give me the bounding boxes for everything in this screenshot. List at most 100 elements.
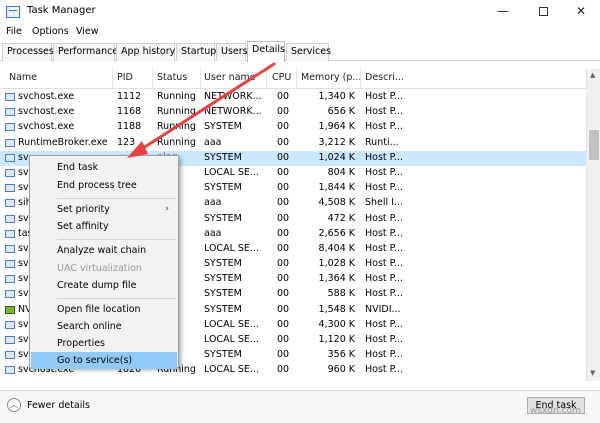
cell-name: svchost.exe <box>18 106 75 118</box>
cell-memory: 472 K <box>327 212 355 224</box>
table-row[interactable]: svchost.exe 1188 Running SYSTEM 00 1,964 K Hos… <box>0 120 586 135</box>
submenu-arrow-icon: › <box>165 204 169 214</box>
cell-cpu: 00 <box>277 151 290 163</box>
cell-memory: 1,548 K <box>318 303 355 315</box>
cell-user: SYSTEM <box>204 212 242 224</box>
menu-view[interactable]: View <box>76 26 99 37</box>
ctx-go-to-services[interactable]: Go to service(s) <box>31 352 177 369</box>
cell-user: SYSTEM <box>204 151 242 163</box>
scroll-down-icon[interactable]: ▼ <box>590 369 595 377</box>
cell-user: LOCAL SE... <box>204 318 259 330</box>
process-icon <box>5 336 15 344</box>
maximize-button[interactable] <box>526 0 560 24</box>
ctx-set-affinity[interactable]: Set affinity <box>31 218 177 235</box>
col-name[interactable]: Name <box>9 72 37 83</box>
cell-memory: 8,404 K <box>318 242 355 254</box>
table-row[interactable]: svchost.exe 1168 Running NETWORK... 00 656 K H… <box>0 105 586 120</box>
cell-memory: 1,024 K <box>318 151 355 163</box>
col-memory[interactable]: Memory (p... <box>301 72 361 83</box>
minimize-button[interactable]: — <box>486 0 520 24</box>
cell-description: Host P... <box>365 151 403 163</box>
cell-memory: 4,300 K <box>318 318 355 330</box>
cell-description: Host P... <box>365 242 403 254</box>
cell-status: Running <box>157 136 196 148</box>
cell-description: Runti... <box>365 136 399 148</box>
cell-pid: 1168 <box>117 106 142 118</box>
cell-pid: 1112 <box>117 91 142 102</box>
cell-name: RuntimeBroker.exe <box>18 136 108 148</box>
cell-description: Shell I... <box>365 197 403 209</box>
tab-services[interactable]: Services <box>286 43 331 61</box>
ctx-analyze-wait-chain[interactable]: Analyze wait chain <box>31 242 177 259</box>
tab-details[interactable]: Details <box>247 41 285 62</box>
process-icon <box>5 244 15 253</box>
cell-cpu: 00 <box>277 318 290 330</box>
cell-user: NETWORK... <box>204 91 262 102</box>
col-divider[interactable] <box>266 69 267 89</box>
ctx-open-file-location[interactable]: Open file location <box>31 301 177 318</box>
tab-performance[interactable]: Performance <box>53 43 118 61</box>
window-title: Task Manager <box>27 5 96 16</box>
col-status[interactable]: Status <box>157 72 187 83</box>
ctx-set-priority-label: Set priority <box>57 204 110 215</box>
cell-status: Running <box>157 106 196 118</box>
cell-cpu: 00 <box>277 242 290 254</box>
cell-cpu: 00 <box>277 197 290 209</box>
tab-processes[interactable]: Processes <box>2 43 54 61</box>
process-icon <box>5 260 15 269</box>
cell-memory: 4,508 K <box>318 197 355 209</box>
cell-user: LOCAL SE... <box>204 334 259 345</box>
cell-user: NETWORK... <box>204 106 262 118</box>
table-row[interactable]: RuntimeBroker.exe 123 Running aaa 00 3,212 K R… <box>0 136 586 151</box>
cell-user: SYSTEM <box>204 121 242 133</box>
ctx-create-dump-file[interactable]: Create dump file <box>31 277 177 294</box>
scroll-up-icon[interactable]: ▲ <box>590 71 595 79</box>
ctx-properties[interactable]: Properties <box>31 335 177 352</box>
scroll-thumb[interactable] <box>589 130 599 160</box>
nvidia-icon <box>5 305 15 314</box>
ctx-set-priority[interactable]: Set priority › <box>31 201 177 218</box>
cell-memory: 1,028 K <box>318 258 355 270</box>
chevron-up-icon[interactable]: ︿ <box>7 398 21 412</box>
menu-file[interactable]: File <box>6 26 22 37</box>
close-button[interactable]: ✕ <box>564 0 598 24</box>
col-cpu[interactable]: CPU <box>272 72 291 83</box>
ctx-end-task[interactable]: End task <box>31 159 177 176</box>
cell-description: Host P... <box>365 318 403 330</box>
cell-description: Host P... <box>365 182 403 194</box>
cell-name: svchost.exe <box>18 91 75 102</box>
cell-user: aaa <box>204 227 222 239</box>
col-description[interactable]: Descri... <box>365 72 404 83</box>
process-icon <box>5 93 15 101</box>
cell-cpu: 00 <box>277 166 290 178</box>
cell-memory: 960 K <box>327 364 355 376</box>
ctx-search-online[interactable]: Search online <box>31 318 177 335</box>
cell-user: SYSTEM <box>204 258 242 270</box>
col-divider[interactable] <box>296 69 297 89</box>
process-icon <box>5 366 15 375</box>
cell-user: SYSTEM <box>204 273 242 285</box>
col-user-name[interactable]: User name <box>204 72 256 83</box>
table-row[interactable]: svchost.exe 1112 Running NETWORK... 00 1,340 … <box>0 90 586 105</box>
cell-user: LOCAL SE... <box>204 242 259 254</box>
cell-cpu: 00 <box>277 303 290 315</box>
watermark: wsxdn.com <box>530 406 581 416</box>
cell-cpu: 00 <box>277 349 290 361</box>
tab-startup[interactable]: Startup <box>176 43 216 61</box>
menu-options[interactable]: Options <box>32 26 69 37</box>
vertical-scrollbar[interactable]: ▲ ▼ <box>586 69 600 381</box>
cell-memory: 356 K <box>327 349 355 361</box>
cell-description: Host P... <box>365 227 403 239</box>
col-divider[interactable] <box>200 69 201 89</box>
fewer-details-link[interactable]: Fewer details <box>27 400 90 411</box>
col-divider[interactable] <box>112 69 113 89</box>
col-divider[interactable] <box>360 69 361 89</box>
title-bar: Task Manager — ✕ <box>0 0 600 24</box>
tab-app-history[interactable]: App history <box>116 43 175 61</box>
ctx-end-process-tree[interactable]: End process tree <box>31 177 177 194</box>
col-divider[interactable] <box>152 69 153 89</box>
tab-users[interactable]: Users <box>216 43 248 61</box>
menu-separator <box>57 198 176 199</box>
cell-cpu: 00 <box>277 227 290 239</box>
col-pid[interactable]: PID <box>117 72 133 83</box>
